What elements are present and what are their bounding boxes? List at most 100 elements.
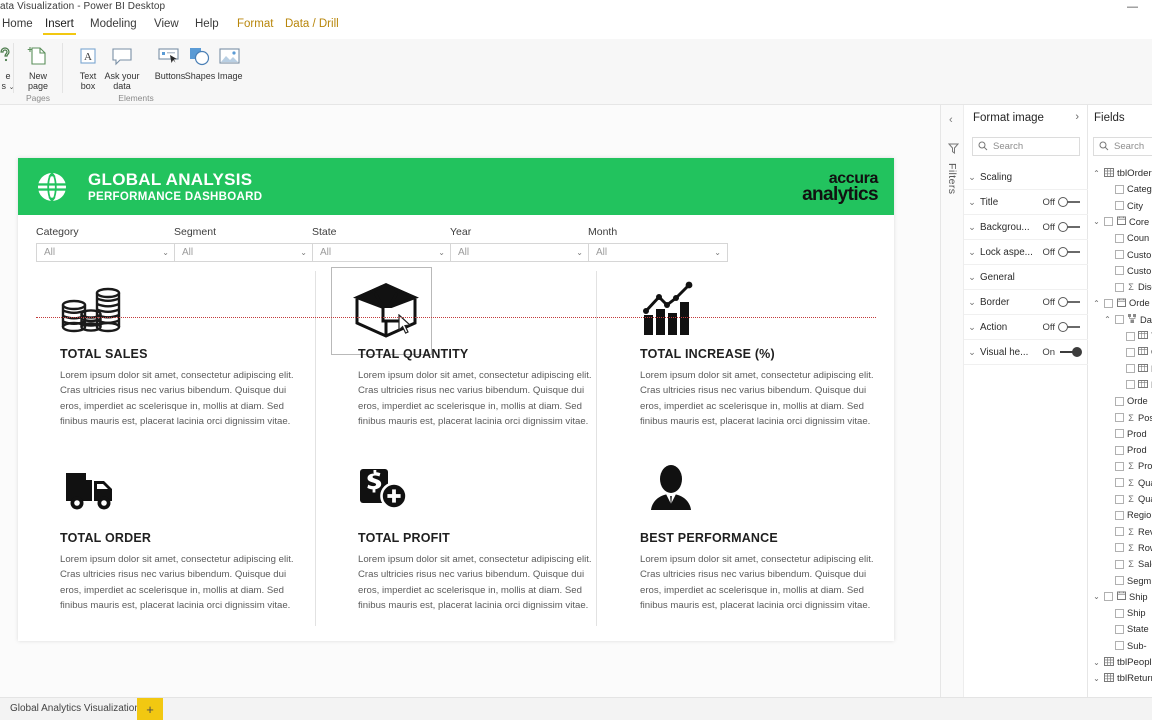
ribbon-tab-view[interactable]: View xyxy=(152,18,181,30)
slicer-month[interactable]: Month All ⌄ xyxy=(588,226,728,262)
fields-field-item[interactable]: Σ Disco xyxy=(1088,279,1152,295)
chevron-down-icon[interactable]: ⌄ xyxy=(964,222,980,233)
fields-field-item[interactable]: ⌃ Dat xyxy=(1088,312,1152,328)
field-checkbox[interactable] xyxy=(1104,592,1113,602)
kpi-card-total-sales[interactable]: TOTAL SALES Lorem ipsum dolor sit amet, … xyxy=(34,271,315,448)
toggle-switch[interactable] xyxy=(1058,347,1082,357)
fields-field-item[interactable]: ⌄ Ship xyxy=(1088,589,1152,605)
ribbon-tab-modeling[interactable]: Modeling xyxy=(88,18,139,30)
chevron-down-icon[interactable]: ⌄ xyxy=(964,197,980,208)
field-checkbox[interactable] xyxy=(1115,543,1124,553)
kpi-card-best-performance[interactable]: BEST PERFORMANCE Lorem ipsum dolor sit a… xyxy=(614,455,895,632)
field-checkbox[interactable] xyxy=(1115,429,1124,439)
fields-field-item[interactable]: Σ Reve xyxy=(1088,524,1152,540)
fields-field-item[interactable]: Regio xyxy=(1088,507,1152,523)
new-page-button[interactable]: New page xyxy=(16,43,60,91)
fields-field-item[interactable]: Coun xyxy=(1088,230,1152,246)
collapse-pane-icon[interactable]: ‹ xyxy=(949,114,953,126)
chevron-down-icon[interactable]: ⌄ xyxy=(1092,658,1101,667)
fields-field-item[interactable]: Σ Sales xyxy=(1088,556,1152,572)
slicer-dropdown[interactable]: All ⌄ xyxy=(174,243,314,262)
field-checkbox[interactable] xyxy=(1115,445,1124,455)
field-checkbox[interactable] xyxy=(1115,201,1124,211)
kpi-card-total-profit[interactable]: TOTAL PROFIT Lorem ipsum dolor sit amet,… xyxy=(332,455,613,632)
fields-field-item[interactable]: Ship xyxy=(1088,605,1152,621)
fields-field-item[interactable]: Prod xyxy=(1088,442,1152,458)
ribbon-tab-help[interactable]: Help xyxy=(193,18,221,30)
toggle-switch[interactable] xyxy=(1058,297,1082,307)
filter-icon[interactable] xyxy=(947,143,960,157)
field-checkbox[interactable] xyxy=(1115,641,1124,651)
report-page[interactable]: GLOBAL ANALYSIS PERFORMANCE DASHBOARD ac… xyxy=(18,158,894,641)
slicer-category[interactable]: Category All ⌄ xyxy=(36,226,176,262)
slicer-segment[interactable]: Segment All ⌄ xyxy=(174,226,314,262)
slicer-state[interactable]: State All ⌄ xyxy=(312,226,452,262)
field-checkbox[interactable] xyxy=(1115,527,1124,537)
fields-field-item[interactable]: Σ Quar xyxy=(1088,475,1152,491)
chevron-down-icon[interactable]: ⌄ xyxy=(576,248,583,257)
toggle-switch[interactable] xyxy=(1058,322,1082,332)
format-row-general[interactable]: ⌄ General xyxy=(964,265,1088,290)
fields-field-item[interactable]: Segm xyxy=(1088,573,1152,589)
chevron-down-icon[interactable]: ⌄ xyxy=(964,347,980,358)
slicer-dropdown[interactable]: All ⌄ xyxy=(36,243,176,262)
field-checkbox[interactable] xyxy=(1115,478,1124,488)
format-row-visual-he[interactable]: ⌄ Visual he... On xyxy=(964,340,1088,365)
fields-field-item[interactable]: Prod xyxy=(1088,426,1152,442)
add-page-button[interactable]: + xyxy=(137,698,163,720)
minimize-button[interactable]: — xyxy=(1127,1,1138,13)
field-checkbox[interactable] xyxy=(1115,184,1124,194)
fields-field-item[interactable]: Σ Quar xyxy=(1088,491,1152,507)
fields-field-item[interactable]: M xyxy=(1088,361,1152,377)
field-checkbox[interactable] xyxy=(1115,413,1124,422)
chevron-down-icon[interactable]: ⌄ xyxy=(964,172,980,183)
fields-field-item[interactable]: D xyxy=(1088,377,1152,393)
field-checkbox[interactable] xyxy=(1115,559,1124,569)
slicer-year[interactable]: Year All ⌄ xyxy=(450,226,590,262)
field-checkbox[interactable] xyxy=(1126,331,1135,341)
fields-field-item[interactable]: Custo xyxy=(1088,263,1152,279)
field-checkbox[interactable] xyxy=(1115,576,1124,585)
format-row-lock-aspe[interactable]: ⌄ Lock aspe... Off xyxy=(964,240,1088,265)
format-row-title[interactable]: ⌄ Title Off xyxy=(964,190,1088,215)
format-row-backgrou[interactable]: ⌄ Backgrou... Off xyxy=(964,215,1088,240)
chevron-down-icon[interactable]: ⌄ xyxy=(714,248,721,257)
field-checkbox[interactable] xyxy=(1115,510,1124,520)
fields-field-item[interactable]: Σ Profi xyxy=(1088,458,1152,474)
field-checkbox[interactable] xyxy=(1115,494,1124,504)
chevron-down-icon[interactable]: ⌄ xyxy=(1092,592,1101,601)
slicer-dropdown[interactable]: All ⌄ xyxy=(588,243,728,262)
kpi-card-total-order[interactable]: TOTAL ORDER Lorem ipsum dolor sit amet, … xyxy=(34,455,315,632)
fields-field-item[interactable]: Σ Row xyxy=(1088,540,1152,556)
fields-field-item[interactable]: Orde xyxy=(1088,393,1152,409)
chevron-down-icon[interactable]: ⌄ xyxy=(1092,674,1101,683)
field-checkbox[interactable] xyxy=(1104,298,1113,308)
fields-field-item[interactable]: Custo xyxy=(1088,247,1152,263)
fields-search-input[interactable]: Search xyxy=(1093,137,1152,156)
fields-field-item[interactable]: City xyxy=(1088,198,1152,214)
field-checkbox[interactable] xyxy=(1115,461,1124,471)
fields-table-item[interactable]: ⌃ tblOrders xyxy=(1088,165,1152,181)
chevron-down-icon[interactable]: ⌄ xyxy=(964,247,980,258)
field-checkbox[interactable] xyxy=(1104,217,1113,227)
filters-pane-label[interactable]: Filters xyxy=(946,163,958,194)
ribbon-tab-home[interactable]: Home xyxy=(0,18,35,30)
fields-table-item[interactable]: ⌄ tblReturn xyxy=(1088,670,1152,686)
chevron-down-icon[interactable]: ⌄ xyxy=(964,272,980,283)
image-button[interactable]: Image xyxy=(208,43,252,81)
chevron-down-icon[interactable]: ⌄ xyxy=(438,248,445,257)
chevron-down-icon[interactable]: ⌄ xyxy=(162,248,169,257)
toggle-switch[interactable] xyxy=(1058,222,1082,232)
chevron-down-icon[interactable]: ⌄ xyxy=(964,322,980,333)
slicer-dropdown[interactable]: All ⌄ xyxy=(450,243,590,262)
field-checkbox[interactable] xyxy=(1115,266,1124,276)
format-search-input[interactable]: Search xyxy=(972,137,1080,156)
kpi-card-total-quantity[interactable]: TOTAL QUANTITY Lorem ipsum dolor sit ame… xyxy=(331,267,613,448)
ribbon-tab-insert[interactable]: Insert xyxy=(43,18,76,35)
kpi-card-total-increase[interactable]: TOTAL INCREASE (%) Lorem ipsum dolor sit… xyxy=(614,271,895,448)
fields-field-item[interactable]: ⌃ Orde xyxy=(1088,295,1152,311)
chevron-up-icon[interactable]: ⌃ xyxy=(1092,299,1101,308)
chevron-down-icon[interactable]: ⌄ xyxy=(1092,217,1101,226)
field-checkbox[interactable] xyxy=(1115,396,1124,406)
chevron-up-icon[interactable]: ⌃ xyxy=(1103,315,1112,324)
